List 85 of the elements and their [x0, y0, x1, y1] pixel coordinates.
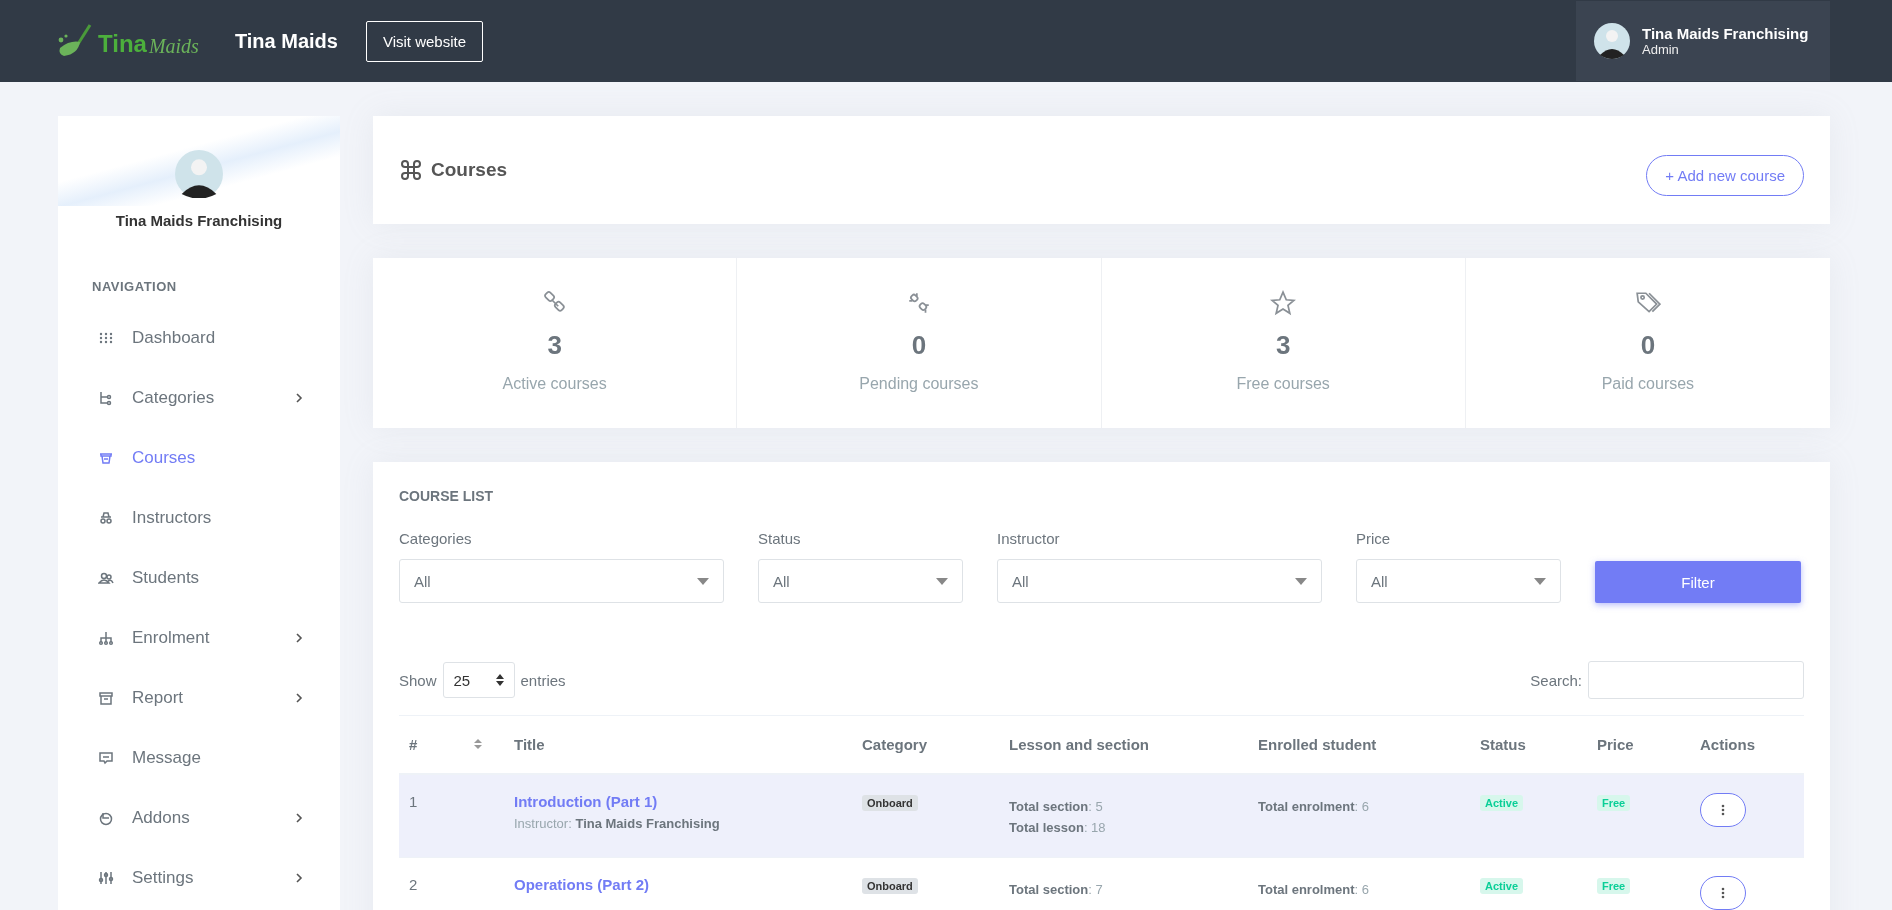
actions-button[interactable]: [1700, 876, 1746, 910]
actions-button[interactable]: [1700, 793, 1746, 827]
category-tag: Onboard: [862, 795, 918, 811]
stat-value: 0: [911, 330, 927, 361]
card-title: COURSE LIST: [399, 488, 495, 504]
nav-item[interactable]: Courses: [58, 428, 340, 488]
filter-dropdown[interactable]: All: [758, 559, 963, 603]
nav-icon: [98, 510, 114, 526]
avatar-icon: [1594, 23, 1630, 59]
user-name: Tina Maids Franchising: [1642, 25, 1809, 42]
sort-icon[interactable]: [474, 738, 482, 750]
price-tag: Free: [1597, 795, 1631, 811]
nav-icon: [98, 810, 114, 826]
add-course-button[interactable]: + Add new course: [1646, 154, 1804, 196]
nav-item[interactable]: Instructors: [58, 488, 340, 548]
star-icon: [1270, 290, 1297, 316]
stat-value: 3: [547, 330, 562, 361]
lesson-count: Total section: 7: [1009, 882, 1104, 897]
filter-button[interactable]: Filter: [1595, 561, 1801, 603]
section-title: NAVIGATION: [92, 279, 178, 294]
caret-icon: [1295, 577, 1307, 585]
filter-label: Categories: [399, 530, 473, 547]
filter-dropdown[interactable]: All: [399, 559, 724, 603]
filter-label: Price: [1356, 530, 1392, 547]
instructor-text: Instructor: Tina Maids Franchising: [514, 816, 721, 831]
nav-item[interactable]: Settings: [58, 848, 340, 908]
nav-icon: [98, 750, 114, 766]
site-title: Tina Maids: [234, 29, 338, 53]
user-name: Tina Maids Franchising: [115, 212, 283, 229]
row-number: 2: [409, 876, 418, 893]
nav-item[interactable]: Enrolment: [58, 608, 340, 668]
stat-label: Pending courses: [859, 375, 979, 393]
nav-icon: [98, 450, 114, 466]
stat-label: Free courses: [1236, 375, 1330, 393]
category-tag: Onboard: [862, 878, 918, 894]
avatar-icon: [175, 150, 223, 198]
more-icon: [1721, 804, 1725, 816]
enrolment-count: Total enrolment: 6: [1258, 799, 1370, 814]
price-tag: Free: [1597, 878, 1631, 894]
nav-icon: [98, 630, 114, 646]
filter-dropdown[interactable]: All: [1356, 559, 1561, 603]
nav-item[interactable]: Categories: [58, 368, 340, 428]
row-number: 1: [409, 793, 418, 810]
page-title: Courses: [431, 159, 508, 181]
lesson-count: Total lesson: 18: [1009, 820, 1107, 835]
search-label: Search:: [1530, 671, 1582, 689]
caret-icon: [936, 577, 948, 585]
stat-value: 0: [1640, 330, 1656, 361]
caret-icon: [1534, 577, 1546, 585]
visit-website-button[interactable]: Visit website: [365, 20, 483, 62]
status-tag: Active: [1480, 795, 1524, 811]
nav-item[interactable]: Students: [58, 548, 340, 608]
nav-icon: [98, 570, 114, 586]
logo-text: Tina: [98, 30, 147, 58]
stat-label: Paid courses: [1601, 375, 1695, 393]
nav-item[interactable]: Addons: [58, 788, 340, 848]
user-menu[interactable]: Tina Maids Franchising Admin: [1576, 1, 1830, 81]
course-title-link[interactable]: Introduction (Part 1): [514, 793, 842, 810]
nav-item[interactable]: Report: [58, 668, 340, 728]
nav-icon: [98, 390, 114, 406]
nav-icon: [98, 330, 114, 346]
filter-label: Status: [758, 530, 802, 547]
nav-item[interactable]: Dashboard: [58, 308, 340, 368]
status-tag: Active: [1480, 878, 1524, 894]
logo[interactable]: TinaMaids: [56, 24, 199, 58]
stat-value: 3: [1275, 330, 1291, 361]
lesson-count: Total section: 5: [1009, 799, 1104, 814]
filter-label: Instructor: [997, 530, 1061, 547]
stat-label: Active courses: [502, 375, 607, 393]
course-title-link[interactable]: Operations (Part 2): [514, 876, 842, 893]
entries-dropdown[interactable]: 25: [442, 662, 515, 698]
caret-icon: [697, 577, 709, 585]
logo-text: Maids: [148, 35, 199, 58]
command-icon: [399, 158, 423, 182]
entries-label: entries: [520, 671, 566, 689]
search-field[interactable]: [1588, 661, 1804, 699]
user-role: Admin: [1642, 42, 1680, 57]
nav-icon: [98, 690, 114, 706]
filter-dropdown[interactable]: All: [997, 559, 1322, 603]
enrolment-count: Total enrolment: 6: [1258, 882, 1370, 897]
nav-icon: [98, 870, 114, 886]
sort-icon: [495, 674, 504, 686]
more-icon: [1721, 887, 1725, 899]
nav-item[interactable]: Message: [58, 728, 340, 788]
show-label: Show: [399, 671, 437, 689]
